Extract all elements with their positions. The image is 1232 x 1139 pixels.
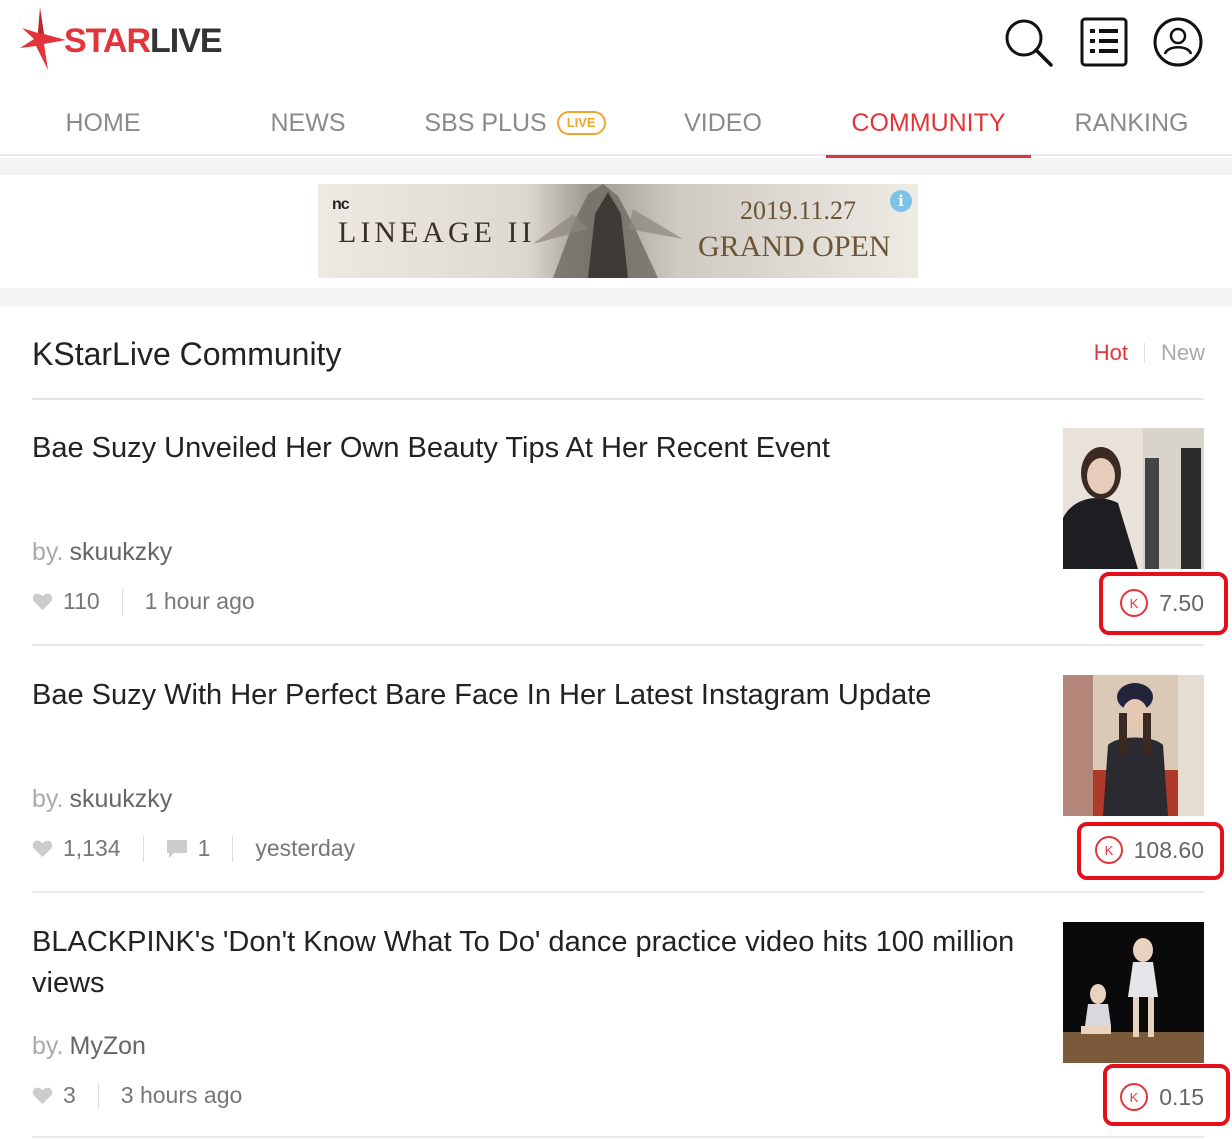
banner-character-art bbox=[533, 184, 683, 278]
sort-divider bbox=[1143, 343, 1145, 363]
section-title: KStarLive Community bbox=[32, 336, 342, 372]
divider bbox=[32, 398, 1204, 400]
post-item[interactable]: Bae Suzy With Her Perfect Bare Face In H… bbox=[32, 675, 1204, 893]
post-title[interactable]: BLACKPINK's 'Don't Know What To Do' danc… bbox=[32, 922, 1042, 1004]
separator-band bbox=[0, 288, 1232, 306]
post-author-line: by. skuukzky bbox=[32, 785, 172, 814]
user-icon bbox=[1153, 17, 1203, 67]
post-thumbnail[interactable] bbox=[1063, 922, 1204, 1063]
nav-home-label: HOME bbox=[65, 108, 141, 137]
star-logo-icon bbox=[18, 6, 68, 72]
post-item[interactable]: BLACKPINK's 'Don't Know What To Do' danc… bbox=[32, 922, 1204, 1139]
nav-community[interactable]: COMMUNITY bbox=[826, 90, 1031, 158]
banner-brand: nc bbox=[332, 196, 350, 213]
highlight-box bbox=[1099, 572, 1228, 635]
nav-home[interactable]: HOME bbox=[0, 90, 206, 156]
comment-icon bbox=[166, 839, 187, 858]
post-thumbnail[interactable] bbox=[1063, 428, 1204, 569]
logo-wordmark: STARLIVE bbox=[64, 21, 223, 61]
starlive-logo[interactable]: STARLIVE bbox=[18, 6, 223, 72]
banner-date: 2019.11.27 bbox=[740, 196, 857, 225]
post-meta: 3 3 hours ago bbox=[32, 1082, 242, 1109]
separator-band bbox=[0, 158, 1232, 175]
site-header: STARLIVE bbox=[0, 0, 1232, 90]
meta-divider bbox=[232, 835, 234, 862]
banner-title: LINEAGE II bbox=[338, 216, 536, 249]
banner-headline: GRAND OPEN bbox=[698, 230, 891, 263]
highlight-box bbox=[1103, 1064, 1230, 1126]
nav-sbs-plus[interactable]: SBS PLUS LIVE bbox=[410, 90, 620, 156]
main-nav: HOME NEWS SBS PLUS LIVE VIDEO COMMUNITY R… bbox=[0, 90, 1232, 158]
highlight-box bbox=[1077, 822, 1224, 880]
ad-banner[interactable]: nc LINEAGE II 2019.11.27 GRAND OPEN i bbox=[318, 184, 918, 278]
logo-text-live: LIVE bbox=[150, 21, 223, 60]
post-title[interactable]: Bae Suzy Unveiled Her Own Beauty Tips At… bbox=[32, 428, 1042, 469]
like-count[interactable]: 1,134 bbox=[32, 835, 121, 862]
divider bbox=[32, 891, 1204, 893]
meta-divider bbox=[142, 835, 144, 862]
user-account-button[interactable] bbox=[1152, 16, 1204, 68]
by-label: by. bbox=[32, 785, 64, 813]
heart-icon bbox=[32, 593, 53, 611]
sort-new-tab[interactable]: New bbox=[1161, 340, 1205, 366]
ad-info-icon[interactable]: i bbox=[890, 190, 912, 212]
like-count[interactable]: 3 bbox=[32, 1082, 76, 1109]
nav-sbs-plus-label: SBS PLUS bbox=[424, 108, 547, 137]
post-thumbnail[interactable] bbox=[1063, 675, 1204, 816]
post-author-line: by. skuukzky bbox=[32, 538, 172, 567]
by-label: by. bbox=[32, 1032, 64, 1060]
sort-toggle: Hot New bbox=[1094, 340, 1205, 366]
comment-count-value: 1 bbox=[197, 835, 211, 861]
logo-text-star: STAR bbox=[64, 21, 151, 60]
by-label: by. bbox=[32, 538, 64, 566]
post-title[interactable]: Bae Suzy With Her Perfect Bare Face In H… bbox=[32, 675, 1042, 716]
divider bbox=[32, 644, 1204, 646]
like-count[interactable]: 110 bbox=[32, 588, 100, 615]
search-button[interactable] bbox=[1002, 16, 1054, 68]
nav-video[interactable]: VIDEO bbox=[620, 90, 826, 156]
like-count-value: 110 bbox=[63, 588, 100, 614]
post-time: yesterday bbox=[255, 835, 356, 861]
nav-ranking[interactable]: RANKING bbox=[1031, 90, 1232, 156]
search-icon bbox=[1005, 19, 1053, 67]
divider bbox=[32, 1136, 1204, 1138]
post-time: 1 hour ago bbox=[144, 588, 255, 614]
list-menu-button[interactable] bbox=[1078, 16, 1130, 68]
nav-video-label: VIDEO bbox=[684, 108, 762, 137]
comment-count[interactable]: 1 bbox=[166, 835, 211, 862]
post-time: 3 hours ago bbox=[120, 1082, 243, 1108]
meta-divider bbox=[97, 1082, 99, 1109]
heart-icon bbox=[32, 840, 53, 858]
sort-hot-tab[interactable]: Hot bbox=[1094, 340, 1128, 366]
post-author-line: by. MyZon bbox=[32, 1032, 146, 1061]
like-count-value: 3 bbox=[63, 1082, 76, 1108]
list-menu-icon bbox=[1080, 17, 1128, 67]
live-badge: LIVE bbox=[556, 111, 606, 135]
nav-ranking-label: RANKING bbox=[1074, 108, 1189, 137]
post-author[interactable]: skuukzky bbox=[70, 785, 173, 813]
post-author[interactable]: skuukzky bbox=[70, 538, 173, 566]
nav-community-label: COMMUNITY bbox=[851, 108, 1006, 137]
meta-divider bbox=[121, 588, 123, 615]
nav-news[interactable]: NEWS bbox=[206, 90, 410, 156]
heart-icon bbox=[32, 1087, 53, 1105]
post-meta: 110 1 hour ago bbox=[32, 588, 255, 615]
like-count-value: 1,134 bbox=[63, 835, 121, 861]
post-author[interactable]: MyZon bbox=[70, 1032, 146, 1060]
post-item[interactable]: Bae Suzy Unveiled Her Own Beauty Tips At… bbox=[32, 428, 1204, 646]
nav-news-label: NEWS bbox=[270, 108, 346, 137]
post-meta: 1,134 1 yesterday bbox=[32, 835, 355, 862]
